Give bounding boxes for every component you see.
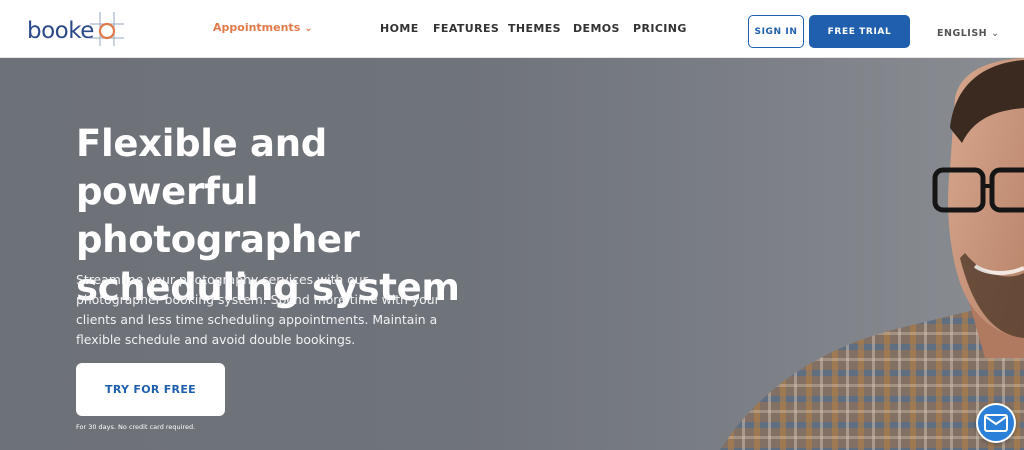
appointments-menu[interactable]: Appointments ⌄	[213, 21, 313, 34]
hero-title-line-1: Flexible and powerful	[76, 122, 327, 213]
chevron-down-icon: ⌄	[304, 23, 313, 34]
language-selector[interactable]: ENGLISH ⌄	[937, 28, 1000, 39]
nav-features[interactable]: FEATURES	[433, 22, 499, 35]
hero-description: Streamline your photography services wit…	[76, 272, 440, 347]
appointments-label: Appointments	[213, 21, 301, 34]
mail-icon	[984, 414, 1008, 432]
sign-in-button[interactable]: SIGN IN	[748, 15, 804, 48]
nav-demos[interactable]: DEMOS	[573, 22, 620, 35]
hero-title-line-2: photographer	[76, 218, 360, 261]
free-trial-button[interactable]: FREE TRIAL	[809, 15, 910, 48]
hero-section: Flexible and powerful photographer sched…	[0, 58, 1024, 450]
chat-button[interactable]	[976, 403, 1016, 443]
nav-home[interactable]: HOME	[380, 22, 419, 35]
cta-note: For 30 days. No credit card required.	[76, 423, 196, 431]
chevron-down-icon: ⌄	[991, 28, 1000, 39]
nav-themes[interactable]: THEMES	[508, 22, 561, 35]
target-icon	[90, 12, 124, 46]
booke-logo[interactable]: booke	[24, 10, 124, 50]
site-header: booke Appointments ⌄ HOME FEATURES THEMES…	[0, 0, 1024, 58]
nav-pricing[interactable]: PRICING	[633, 22, 687, 35]
logo-text: booke	[27, 18, 94, 44]
try-for-free-button[interactable]: TRY FOR FREE	[76, 363, 225, 416]
language-label: ENGLISH	[937, 28, 988, 39]
